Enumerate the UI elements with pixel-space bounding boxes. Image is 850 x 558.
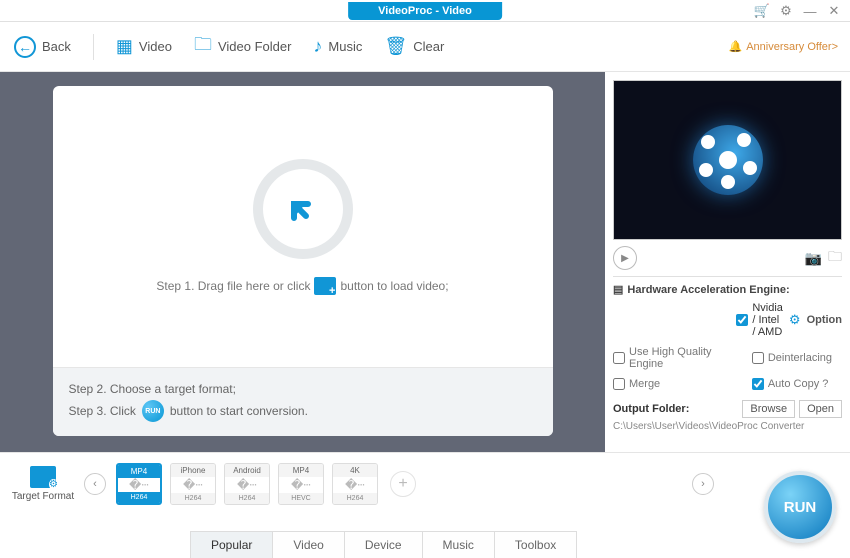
chip-icon: ▤ — [613, 283, 623, 296]
option-link[interactable]: Option — [807, 314, 842, 326]
bell-icon: 🔔 — [728, 40, 742, 53]
snapshot-icon[interactable]: 📷 — [805, 250, 822, 267]
format-next-button[interactable]: › — [692, 473, 714, 495]
upload-arrow-icon — [288, 194, 318, 224]
side-panel: ▶ 📷 🗀 ▤ Hardware Acceleration Engine: Nv… — [605, 72, 850, 452]
cart-icon[interactable]: 🛒 — [752, 3, 772, 19]
format-prev-button[interactable]: ‹ — [84, 473, 106, 495]
back-icon: ← — [14, 36, 36, 58]
step1-text: Step 1. Drag file here or click button t… — [156, 277, 448, 295]
video-label: Video — [139, 39, 172, 54]
snapshot-folder-icon[interactable]: 🗀 — [828, 246, 842, 270]
titlebar: VideoProc - Video 🛒 ⚙ — ✕ — [0, 0, 850, 22]
back-label: Back — [42, 39, 71, 54]
format-preset-mp4-hevc[interactable]: MP4�ⵈHEVC — [278, 463, 324, 505]
promo-label: Anniversary Offer> — [746, 41, 838, 53]
add-folder-button[interactable]: 🗀 Video Folder — [194, 32, 291, 62]
target-format-icon — [30, 466, 56, 488]
output-path: C:\Users\User\Videos\VideoProc Converter — [613, 421, 842, 432]
browse-button[interactable]: Browse — [742, 400, 795, 418]
step3-b: button to start conversion. — [170, 404, 308, 418]
tab-video[interactable]: Video — [272, 531, 344, 558]
window-title: VideoProc - Video — [348, 2, 502, 20]
deinterlace-label: Deinterlacing — [768, 352, 832, 364]
merge-label: Merge — [629, 378, 660, 390]
autocopy-label: Auto Copy ? — [768, 378, 829, 390]
folder-icon: 🗀 — [194, 32, 212, 62]
tab-toolbox[interactable]: Toolbox — [494, 531, 577, 558]
add-format-button[interactable]: + — [390, 471, 416, 497]
run-button[interactable]: RUN — [764, 471, 836, 543]
preview-window — [613, 80, 842, 240]
settings-icon[interactable]: ⚙ — [776, 3, 796, 19]
music-icon: ♪ — [313, 36, 322, 57]
trash-icon: 🗑 — [384, 36, 407, 57]
minimize-button[interactable]: — — [800, 4, 820, 19]
step1-a: Step 1. Drag file here or click — [156, 279, 310, 293]
video-inline-icon — [314, 277, 336, 295]
bottom-panel: Target Format ‹ MP4�ⵈH264iPhone�ⵈH264And… — [0, 452, 850, 558]
hw-accel-title: ▤ Hardware Acceleration Engine: — [613, 283, 842, 296]
option-gear-icon[interactable]: ⚙ — [789, 312, 801, 328]
back-button[interactable]: ← Back — [14, 36, 71, 58]
steps-box: Step 2. Choose a target format; Step 3. … — [53, 367, 553, 436]
play-button[interactable]: ▶ — [613, 246, 637, 270]
hq-label: Use High Quality Engine — [629, 346, 742, 370]
step2-text: Step 2. Choose a target format; — [69, 382, 236, 396]
hq-checkbox[interactable] — [613, 352, 625, 364]
format-preset-4k-h264[interactable]: 4K�ⵈH264 — [332, 463, 378, 505]
load-video-circle[interactable] — [253, 159, 353, 259]
folder-label: Video Folder — [218, 39, 291, 54]
merge-checkbox[interactable] — [613, 378, 625, 390]
nvidia-label: Nvidia / Intel / AMD — [752, 302, 783, 338]
nvidia-checkbox[interactable] — [736, 314, 748, 326]
target-format-label: Target Format — [12, 491, 74, 502]
reel-logo — [693, 125, 763, 195]
deinterlace-checkbox[interactable] — [752, 352, 764, 364]
promo-link[interactable]: 🔔 Anniversary Offer> — [728, 40, 838, 53]
step3-a: Step 3. Click — [69, 404, 136, 418]
output-folder-label: Output Folder: — [613, 403, 738, 415]
autocopy-checkbox[interactable] — [752, 378, 764, 390]
format-preset-iphone-h264[interactable]: iPhone�ⵈH264 — [170, 463, 216, 505]
open-button[interactable]: Open — [799, 400, 842, 418]
close-button[interactable]: ✕ — [824, 3, 844, 19]
add-video-button[interactable]: ▦ Video — [116, 36, 172, 57]
clear-button[interactable]: 🗑 Clear — [384, 36, 444, 57]
tab-popular[interactable]: Popular — [190, 531, 273, 558]
tab-device[interactable]: Device — [344, 531, 423, 558]
music-label: Music — [328, 39, 362, 54]
tab-music[interactable]: Music — [422, 531, 495, 558]
main-toolbar: ← Back ▦ Video 🗀 Video Folder ♪ Music 🗑 … — [0, 22, 850, 72]
step1-b: button to load video; — [340, 279, 448, 293]
drop-area[interactable]: Step 1. Drag file here or click button t… — [0, 72, 605, 452]
clear-label: Clear — [413, 39, 444, 54]
video-icon: ▦ — [116, 36, 133, 57]
drop-panel: Step 1. Drag file here or click button t… — [53, 86, 553, 436]
target-format-button[interactable]: Target Format — [8, 466, 78, 502]
add-music-button[interactable]: ♪ Music — [313, 36, 362, 57]
format-preset-mp4-h264[interactable]: MP4�ⵈH264 — [116, 463, 162, 505]
run-inline-icon: RUN — [142, 400, 164, 422]
format-preset-android-h264[interactable]: Android�ⵈH264 — [224, 463, 270, 505]
format-tabs: PopularVideoDeviceMusicToolbox — [190, 531, 576, 558]
